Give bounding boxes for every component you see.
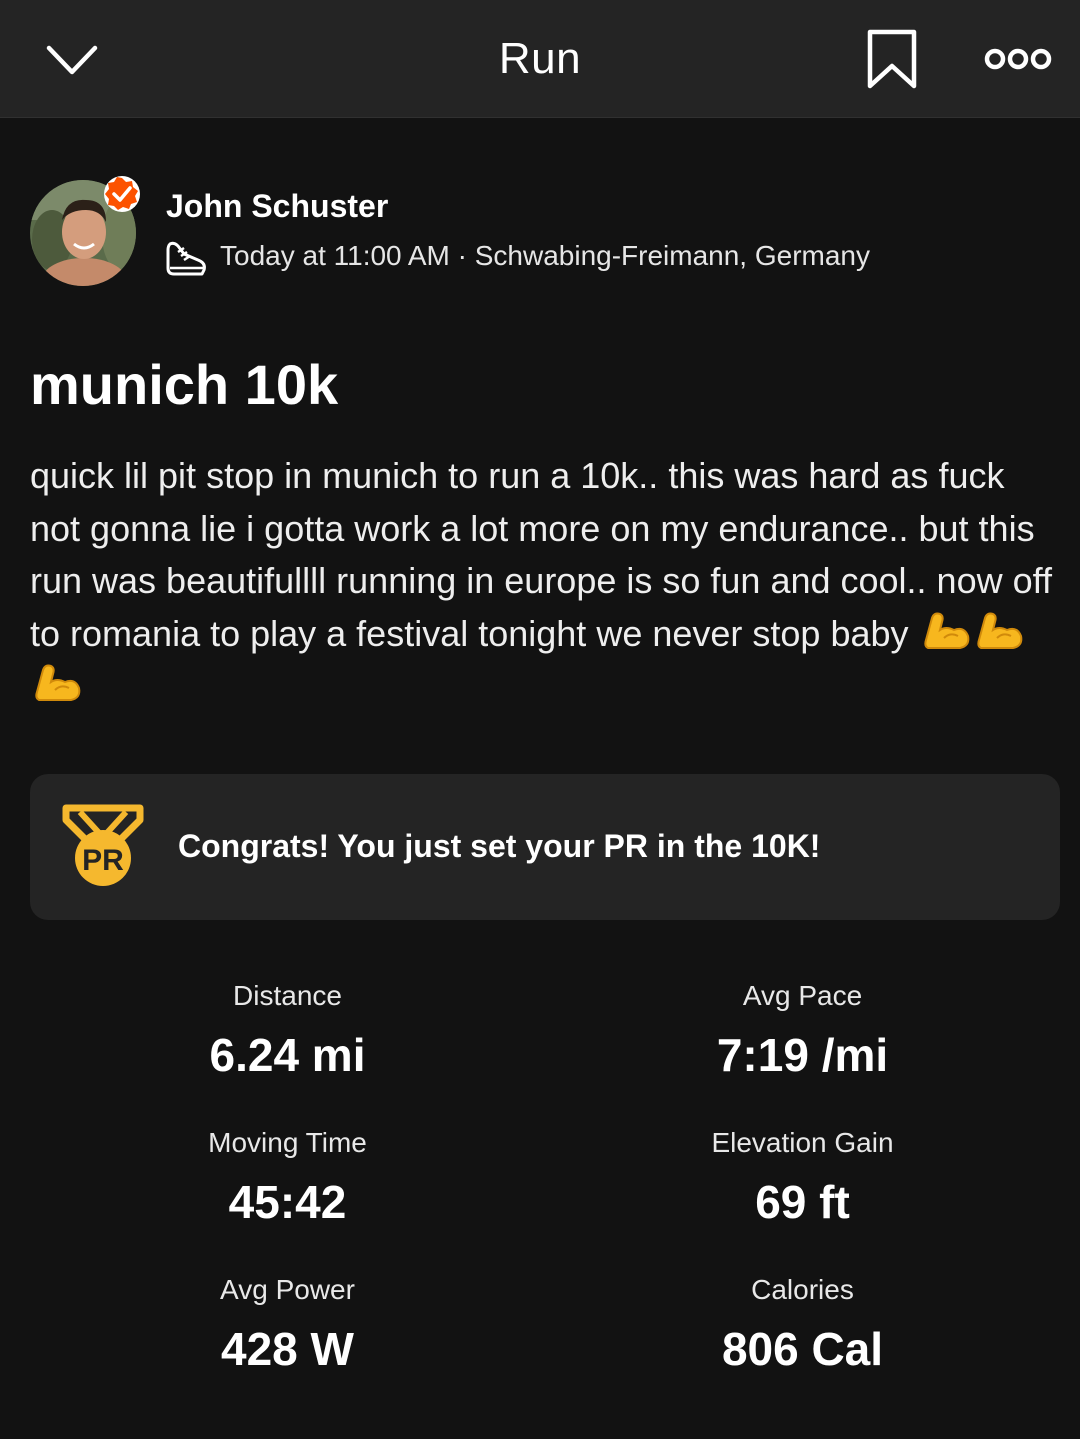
stat-value: 806 Cal [721,1323,884,1375]
stat-label: Avg Power [220,1274,355,1305]
top-bar: Run [0,0,1080,118]
author-name[interactable]: John Schuster [166,188,388,225]
bookmark-icon[interactable] [866,28,918,92]
activity-timestamp-location: Today at 11:00 AM · Schwabing-Freimann, … [220,240,871,271]
stat-moving-time: Moving Time 45:42 [30,1127,545,1229]
stat-label: Distance [233,980,342,1011]
stat-value: 428 W [221,1323,354,1375]
author-row: John Schuster Today at 11:00 AM · Schwab… [30,176,1060,290]
stat-distance: Distance 6.24 mi [30,980,545,1082]
stat-value: 6.24 mi [209,1029,366,1081]
flexed-biceps-icon [976,612,1022,649]
running-shoe-icon [166,241,206,276]
stat-value: 7:19 /mi [716,1029,889,1081]
svg-text:PR: PR [82,844,124,877]
description-text: quick lil pit stop in munich to run a 10… [30,455,1052,654]
stat-label: Calories [751,1274,854,1305]
activity-meta: Today at 11:00 AM · Schwabing-Freimann, … [164,238,1044,278]
stat-calories: Calories 806 Cal [545,1274,1060,1376]
verified-badge-icon [104,176,140,212]
stat-label: Moving Time [208,1127,367,1158]
stat-value: 69 ft [755,1176,850,1228]
activity-description: quick lil pit stop in munich to run a 10… [30,450,1060,713]
stat-elevation-gain: Elevation Gain 69 ft [545,1127,1060,1229]
stat-avg-power: Avg Power 428 W [30,1274,545,1376]
stat-label: Elevation Gain [711,1127,894,1158]
stat-value: 45:42 [228,1176,347,1228]
pr-banner-text: Congrats! You just set your PR in the 10… [178,828,821,864]
pr-medal-icon: PR [62,804,144,886]
stat-avg-pace: Avg Pace 7:19 /mi [545,980,1060,1082]
pr-banner[interactable]: PR Congrats! You just set your PR in the… [30,774,1060,920]
flexed-biceps-icon [923,612,969,649]
flexed-biceps-icon [35,664,81,701]
page-title: Run [498,34,582,83]
more-options-icon[interactable] [984,44,1052,74]
activity-title: munich 10k [30,353,339,416]
stat-label: Avg Pace [742,980,863,1011]
